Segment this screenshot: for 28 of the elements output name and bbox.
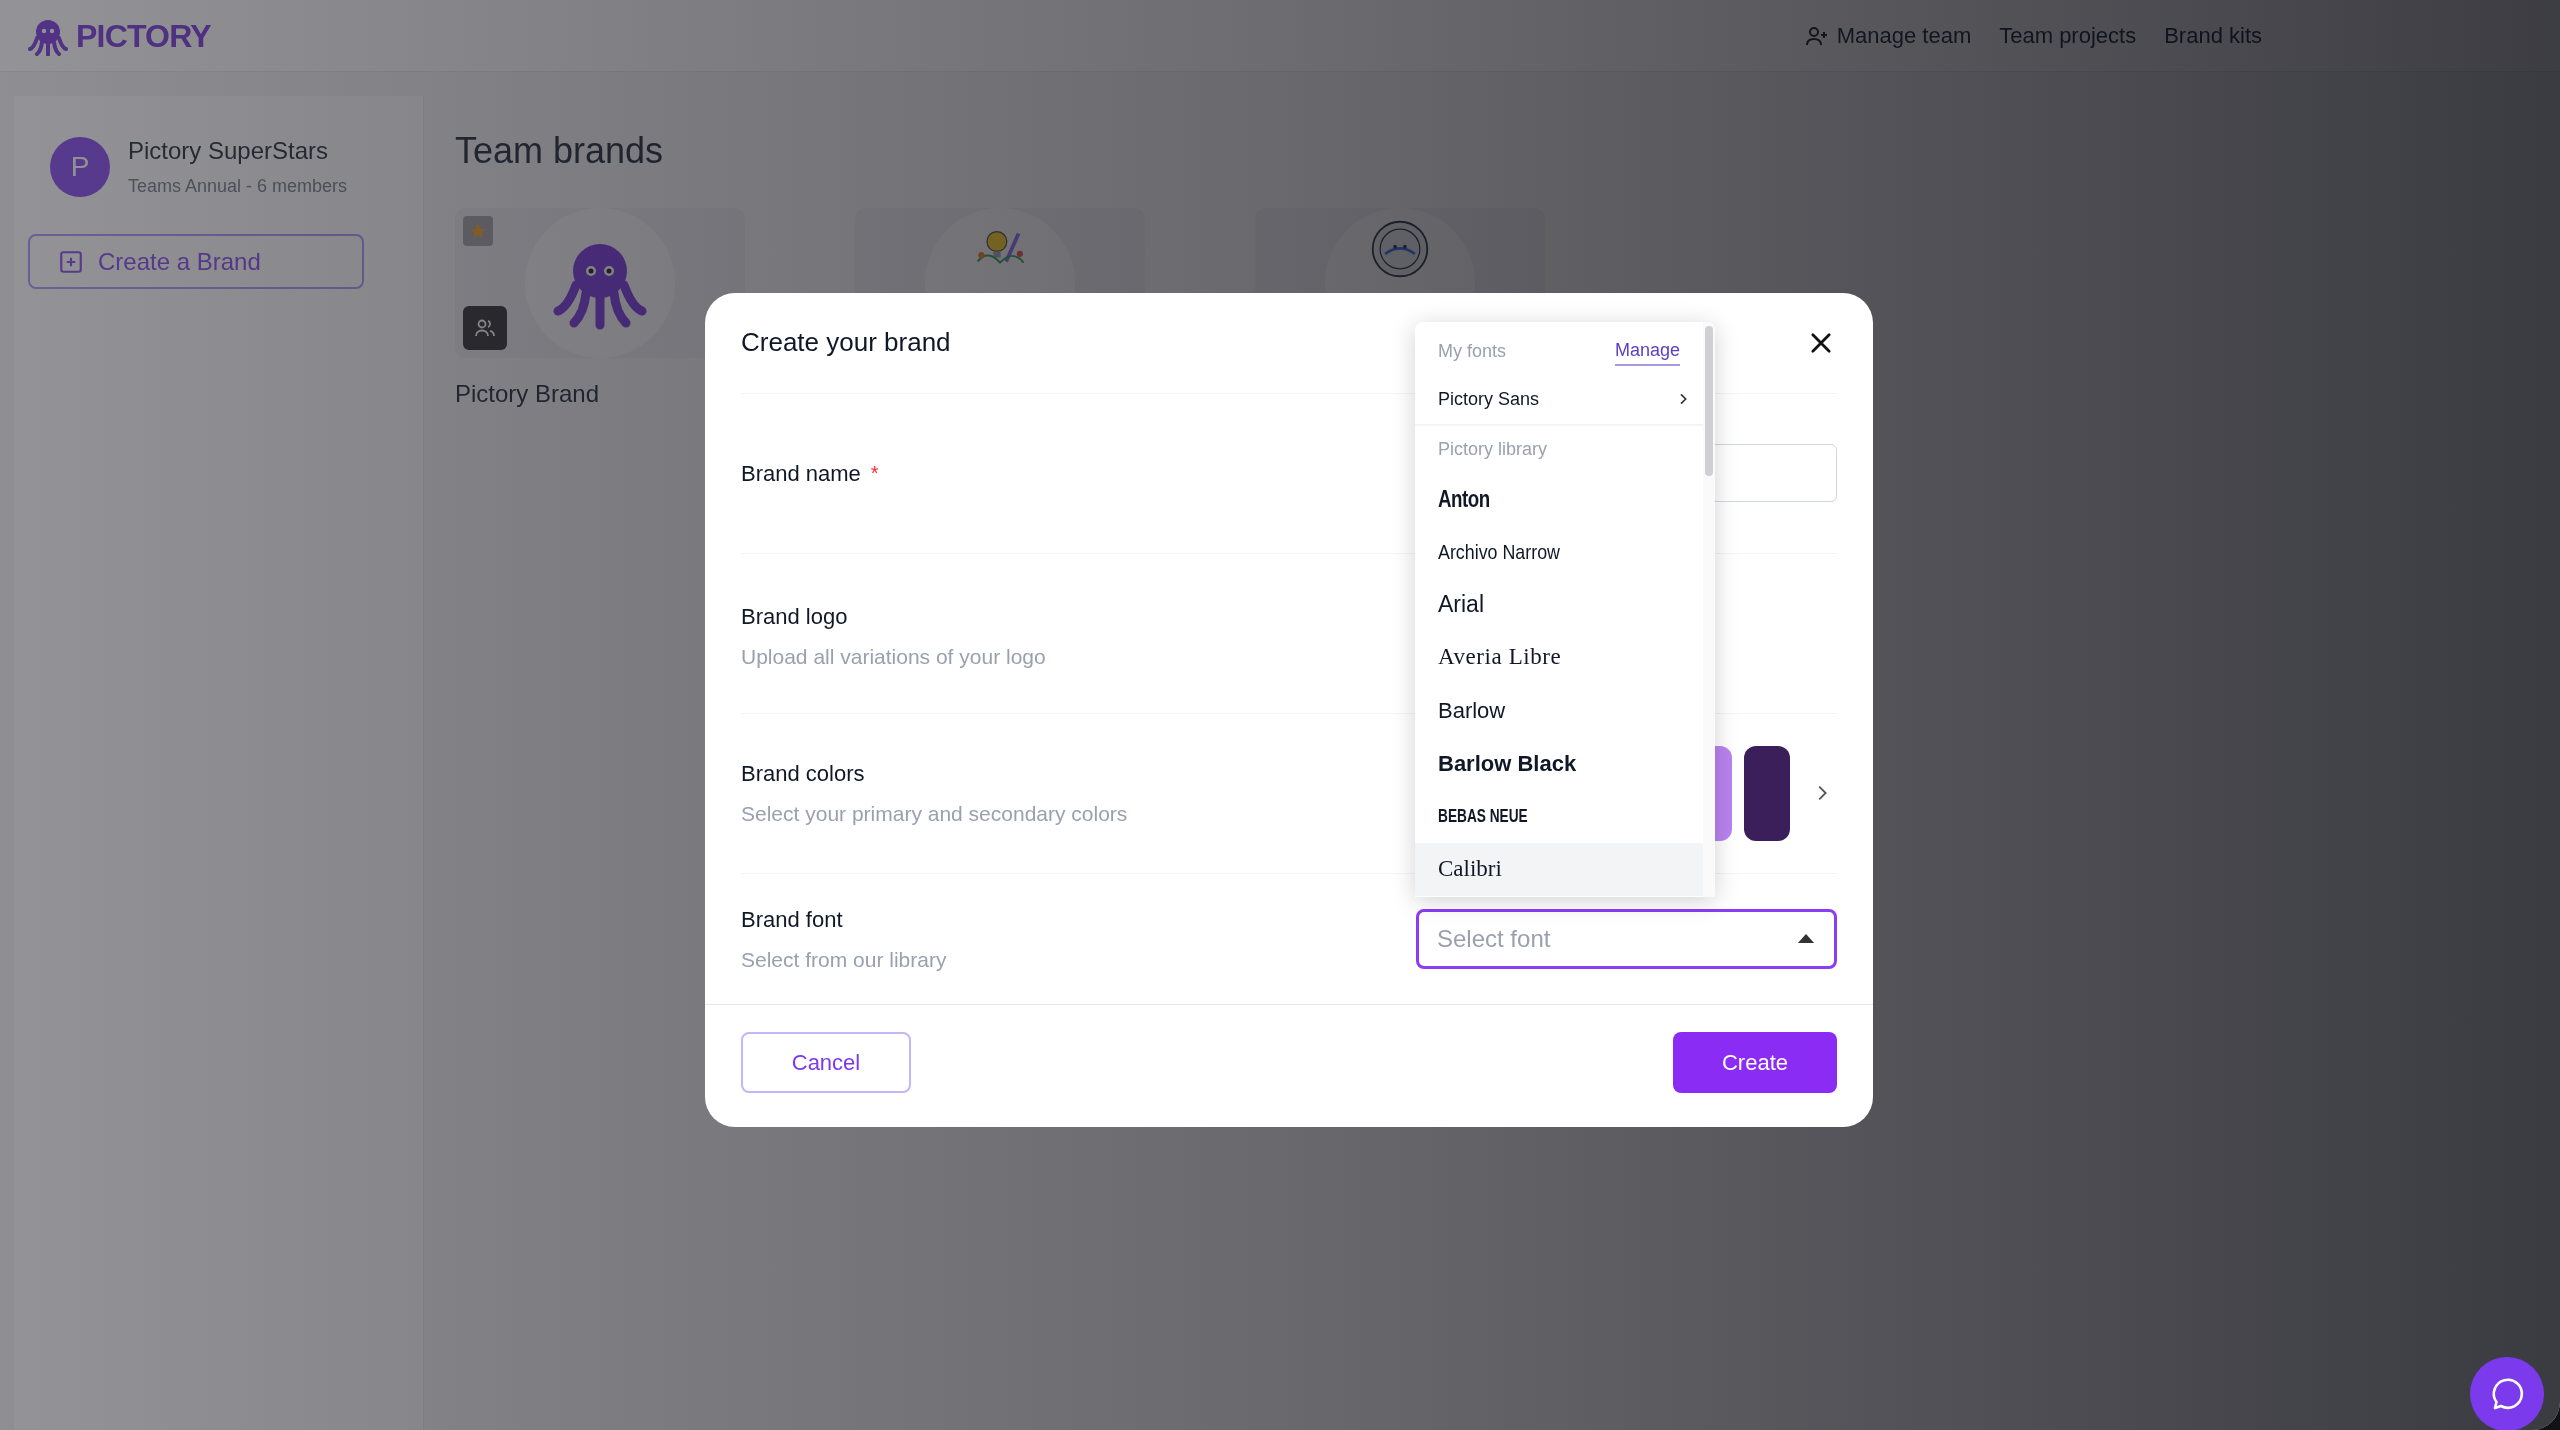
cancel-button[interactable]: Cancel <box>741 1032 911 1094</box>
team-avatar: P <box>50 136 110 197</box>
page-title: Team brands <box>455 129 665 173</box>
team-name: Pictory SuperStars <box>128 136 330 166</box>
manage-link[interactable]: Manage <box>1614 336 1680 366</box>
required-asterisk: * <box>870 461 879 487</box>
field-label: Brand name <box>741 459 861 488</box>
plus-square-icon <box>58 248 84 275</box>
star-badge[interactable] <box>463 216 493 246</box>
emblem-logo <box>1369 218 1431 280</box>
scrollbar-thumb[interactable] <box>1705 326 1713 476</box>
menu-section-heading: Pictory library <box>1437 437 1549 461</box>
field-label: Brand font <box>741 905 844 934</box>
star-icon <box>469 222 487 240</box>
field-hint: Upload all variations of your logo <box>741 643 1046 670</box>
color-swatch[interactable] <box>1744 745 1790 841</box>
field-hint: Select your primary and secondary colors <box>741 801 1128 827</box>
menu-section-heading: My fonts <box>1438 339 1507 363</box>
dialog-title: Create your brand <box>741 326 951 360</box>
team-plan: Teams Annual - 6 members <box>128 175 348 198</box>
field-label: Brand logo <box>741 602 849 631</box>
caret-up-icon <box>1797 932 1815 944</box>
font-select-field[interactable]: Select font <box>1416 908 1837 969</box>
create-button[interactable]: Create <box>1673 1032 1837 1094</box>
field-hint: Select from our library <box>741 946 947 973</box>
font-option[interactable]: Calibri <box>1415 843 1703 896</box>
brand-name: Pictory Brand <box>455 379 601 409</box>
field-label: Brand colors <box>741 760 866 788</box>
